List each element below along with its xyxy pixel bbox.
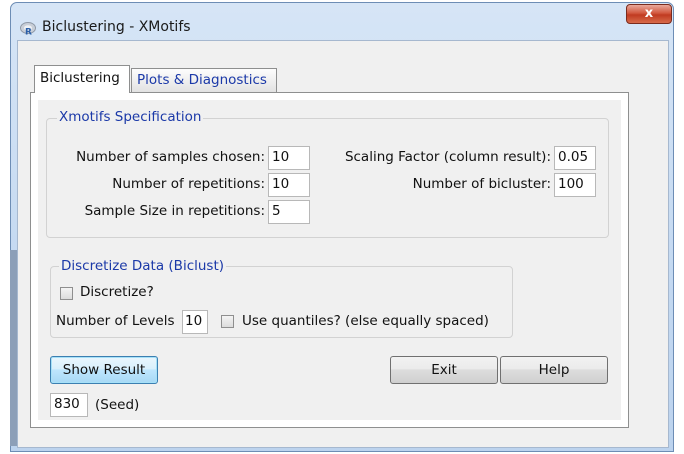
repetitions-input[interactable]: 10 — [268, 173, 310, 197]
tab-plots-diagnostics[interactable]: Plots & Diagnostics — [131, 68, 277, 92]
quantiles-checkbox[interactable] — [221, 315, 234, 328]
close-button[interactable]: x — [626, 4, 672, 24]
window-frame-shadow — [10, 250, 17, 446]
samples-chosen-input[interactable]: 10 — [268, 146, 310, 170]
quantiles-label: Use quantiles? (else equally spaced) — [242, 313, 489, 329]
discretize-data-title: Discretize Data (Biclust) — [59, 258, 227, 274]
seed-input[interactable]: 830 — [50, 393, 88, 417]
svg-text:R: R — [25, 28, 32, 37]
bicluster-count-input[interactable]: 100 — [554, 173, 596, 197]
levels-label: Number of Levels — [56, 313, 175, 329]
sample-size-input[interactable]: 5 — [268, 200, 310, 224]
sample-size-label: Sample Size in repetitions: — [84, 203, 265, 219]
exit-button[interactable]: Exit — [390, 356, 498, 384]
samples-chosen-label: Number of samples chosen: — [76, 149, 265, 165]
help-button[interactable]: Help — [500, 356, 608, 384]
xmotifs-specification-title: Xmotifs Specification — [57, 109, 204, 125]
discretize-checkbox[interactable] — [60, 287, 73, 300]
tab-biclustering[interactable]: Biclustering — [34, 65, 130, 93]
window-title: Biclustering - XMotifs — [42, 19, 191, 35]
seed-label: (Seed) — [95, 397, 140, 413]
r-app-icon: R — [20, 22, 36, 38]
discretize-label: Discretize? — [80, 284, 154, 300]
scaling-factor-label: Scaling Factor (column result): — [344, 149, 551, 165]
bicluster-count-label: Number of bicluster: — [412, 176, 551, 192]
show-result-button[interactable]: Show Result — [50, 356, 158, 384]
repetitions-label: Number of repetitions: — [112, 176, 265, 192]
scaling-factor-input[interactable]: 0.05 — [554, 146, 596, 170]
levels-input[interactable]: 10 — [182, 310, 208, 334]
